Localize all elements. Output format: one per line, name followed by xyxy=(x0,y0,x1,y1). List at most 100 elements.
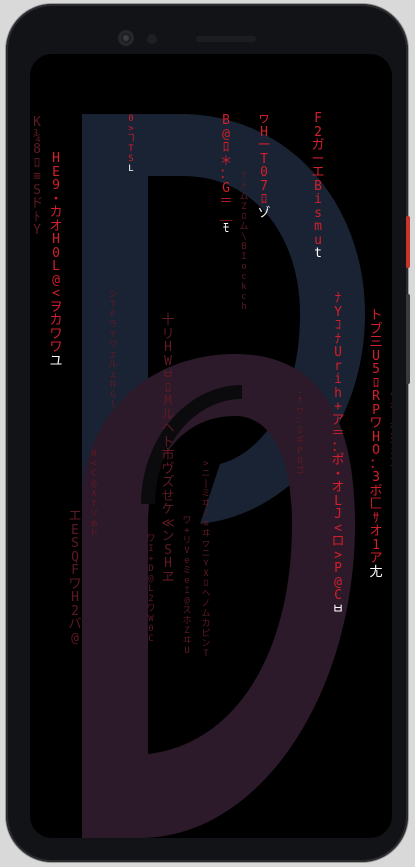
rain-head-glyph: ゾ xyxy=(257,205,271,221)
rain-glyph: ＝ xyxy=(219,194,233,209)
rain-column-8: 十リ H W ㅂﾛ M ルヘト市ヴズせケ ≪ ン S H ヱ xyxy=(161,314,175,584)
rain-column-1: K ¾ 8 ﾛ ≡ S ドﾄ Y xyxy=(30,116,44,238)
rain-glyph: オ xyxy=(49,218,63,234)
rain-glyph: ヮ xyxy=(201,539,211,549)
lock-screen[interactable]: K ¾ 8 ﾛ ≡ S ドﾄ Y H E 9 ・カオ H 0 L @ < ヲカワワユエ E S Q F ワ H 2 バ @ シ T F ラ Y… xyxy=(30,54,392,838)
rain-glyph: Z xyxy=(241,202,247,212)
rain-glyph: Q xyxy=(71,549,79,565)
rain-glyph: B xyxy=(314,178,322,194)
rain-glyph: 8 xyxy=(297,456,303,466)
rain-glyph: G xyxy=(222,180,230,196)
rain-glyph: F xyxy=(314,111,322,126)
rain-glyph: + xyxy=(184,526,190,536)
rain-column-3: エ E S Q F ワ H 2 バ @ xyxy=(68,510,82,645)
rain-glyph: O xyxy=(372,443,380,458)
rain-glyph: U xyxy=(334,345,342,360)
rain-glyph: ｴ xyxy=(184,586,190,596)
rain-glyph: m xyxy=(314,219,322,234)
rain-glyph: E xyxy=(52,164,60,180)
rain-glyph: ミ xyxy=(182,566,192,576)
rain-glyph: ニ xyxy=(201,549,211,559)
rain-glyph: ラ xyxy=(108,320,118,330)
rain-glyph: ボ xyxy=(369,483,383,499)
rain-glyph: 十 xyxy=(161,313,175,328)
rain-glyph: ス xyxy=(182,606,192,616)
rain-column-16: ﾅ Y ｺﾅ Ur i h + ア＝：ポ・オ L J < ロ > P @ C ㅂ xyxy=(331,292,345,616)
rain-glyph: 7 xyxy=(391,412,392,422)
earpiece-speaker xyxy=(196,36,256,42)
rain-glyph: c xyxy=(241,292,247,302)
rain-glyph: L xyxy=(148,584,154,594)
rain-head-glyph: 尢 xyxy=(369,564,383,580)
rain-head-glyph: ㅂ xyxy=(332,601,344,617)
rain-glyph: P xyxy=(372,402,380,418)
rain-glyph: ン xyxy=(201,639,211,649)
rain-glyph: ブ xyxy=(369,321,383,337)
volume-button[interactable] xyxy=(406,294,410,384)
rain-head-glyph: l xyxy=(110,400,116,410)
rain-glyph: ： xyxy=(369,456,383,472)
rain-glyph: Z xyxy=(184,626,190,636)
rain-glyph: H xyxy=(164,556,172,571)
rain-glyph: 匚 xyxy=(369,497,383,512)
rain-glyph: | xyxy=(203,479,209,489)
rain-column-15: F2ガーエBismut xyxy=(311,112,325,261)
rain-glyph: リ xyxy=(161,326,175,342)
rain-column-4: シTFラYワェルェNGl xyxy=(106,290,120,410)
rain-head-glyph: ド xyxy=(89,529,99,539)
rain-head-glyph: @ xyxy=(71,630,79,646)
rain-glyph: X xyxy=(91,489,97,499)
rain-column-7: ワ I + D @ L 2 ワ W 0 C xyxy=(144,534,158,644)
rain-glyph: 三 xyxy=(369,335,383,350)
rain-glyph: H xyxy=(52,151,60,166)
rain-glyph: ： xyxy=(331,439,345,455)
rain-glyph: ロ xyxy=(331,534,345,549)
rain-glyph: ・ xyxy=(331,466,345,482)
rain-glyph: C xyxy=(91,469,97,479)
rain-glyph: V xyxy=(184,546,190,556)
rain-glyph: ノ xyxy=(201,599,211,609)
rain-glyph: @ xyxy=(334,574,342,590)
rain-glyph: ホ xyxy=(389,402,392,412)
rain-glyph: h xyxy=(334,385,342,401)
rain-column-11: ワ + リ Ve ミ e ｴ @ スホ Z ヰ U xyxy=(180,516,194,656)
rain-glyph: ㅂ xyxy=(162,367,174,382)
rain-glyph: ワ xyxy=(146,534,156,544)
rain-glyph: E xyxy=(71,522,79,538)
rain-head-glyph: ヱ xyxy=(161,569,175,585)
rain-glyph: ヰ xyxy=(201,529,211,539)
rain-glyph: 0 xyxy=(128,114,134,124)
rain-glyph: o xyxy=(241,262,247,272)
rain-glyph: ワ xyxy=(68,576,82,592)
rain-glyph: C xyxy=(334,588,342,603)
rain-column-5: 0 < C @ X Y リぁド xyxy=(87,449,101,539)
rain-glyph: P xyxy=(297,446,303,456)
rain-glyph: . xyxy=(297,386,303,396)
rain-glyph: H xyxy=(260,124,268,140)
rain-glyph: S xyxy=(128,154,134,164)
rain-glyph: ヰ xyxy=(201,499,211,509)
rain-glyph: エ xyxy=(68,509,82,524)
rain-glyph: ム xyxy=(239,192,249,202)
rain-glyph: 市 xyxy=(161,448,175,463)
rain-glyph: ヰ xyxy=(182,636,192,646)
rain-glyph: ： xyxy=(219,167,233,182)
rain-glyph: ¾ xyxy=(33,128,41,144)
rain-glyph: 7 xyxy=(260,178,268,194)
power-button[interactable] xyxy=(406,216,410,268)
rain-glyph: Y xyxy=(334,304,342,320)
rain-glyph: ﾅ xyxy=(241,182,247,192)
rain-column-17: トブ三 U 5 ﾛ R P ワ H O： 3 ボ匚ｻオ 1 ア尢 xyxy=(369,309,383,579)
rain-glyph: H xyxy=(164,340,172,355)
rain-glyph: s xyxy=(314,205,322,221)
rain-glyph: ニ xyxy=(201,469,211,479)
rain-glyph: 9 xyxy=(52,178,60,193)
rain-glyph: ≡ xyxy=(33,169,41,184)
rain-column-6: 0 > ヿ T S L xyxy=(124,114,138,174)
rain-glyph: ヘ xyxy=(161,421,175,436)
rain-glyph: ワ xyxy=(146,604,156,614)
rain-glyph: ﾅ xyxy=(334,331,342,347)
rain-glyph: ﾛ xyxy=(241,212,247,222)
rain-glyph: ワ xyxy=(49,326,63,342)
rain-glyph: k xyxy=(241,282,247,292)
